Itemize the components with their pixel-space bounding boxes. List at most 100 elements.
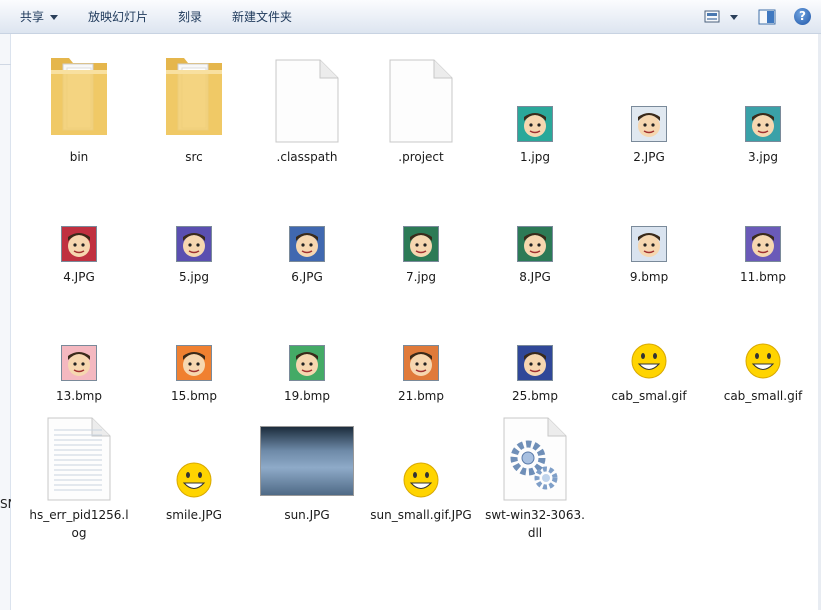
cartoon-face-icon xyxy=(183,233,205,257)
emoticon-icon xyxy=(629,341,669,381)
preview-pane-button[interactable] xyxy=(758,9,776,29)
cartoon-face-icon xyxy=(638,233,660,257)
emoticon-icon xyxy=(174,460,214,500)
photo-thumbnail xyxy=(260,426,354,496)
share-label: 共享 xyxy=(20,10,45,24)
emoticon-icon xyxy=(401,460,441,500)
nav-pane-truncated-text: SN xyxy=(0,497,11,511)
view-options-button[interactable] xyxy=(704,9,742,29)
file-thumbnail xyxy=(139,44,249,144)
file-item[interactable]: .project xyxy=(366,44,476,166)
file-thumbnail xyxy=(139,402,249,502)
file-thumbnail xyxy=(366,44,476,144)
image-thumbnail xyxy=(176,345,212,381)
file-thumbnail xyxy=(594,44,704,144)
file-thumbnail xyxy=(708,164,818,264)
cartoon-face-icon xyxy=(296,352,318,376)
file-item[interactable]: cab_small.gif xyxy=(708,283,818,405)
file-thumbnail xyxy=(24,283,134,383)
file-thumbnail xyxy=(252,402,362,502)
cartoon-face-icon xyxy=(524,352,546,376)
file-item[interactable]: 6.JPG xyxy=(252,164,362,286)
file-item[interactable]: swt-win32-3063.dll xyxy=(480,402,590,542)
file-item[interactable]: 2.JPG xyxy=(594,44,704,166)
file-item[interactable]: hs_err_pid1256.log xyxy=(24,402,134,542)
file-item[interactable]: sun.JPG xyxy=(252,402,362,524)
file-item[interactable]: 1.jpg xyxy=(480,44,590,166)
file-thumbnail xyxy=(24,164,134,264)
folder-icon xyxy=(166,58,222,135)
document-icon xyxy=(275,59,339,143)
file-thumbnail xyxy=(594,164,704,264)
file-item[interactable]: 11.bmp xyxy=(708,164,818,286)
file-item[interactable]: 3.jpg xyxy=(708,44,818,166)
emoticon-icon xyxy=(743,341,783,381)
cartoon-face-icon xyxy=(410,352,432,376)
navigation-pane[interactable]: SN xyxy=(0,34,11,610)
file-item[interactable]: 5.jpg xyxy=(139,164,249,286)
file-thumbnail xyxy=(480,164,590,264)
file-thumbnail xyxy=(480,402,590,502)
image-thumbnail xyxy=(517,226,553,262)
file-item[interactable]: 13.bmp xyxy=(24,283,134,405)
file-item[interactable]: 7.jpg xyxy=(366,164,476,286)
image-thumbnail xyxy=(289,226,325,262)
file-thumbnail xyxy=(366,402,476,502)
file-item[interactable]: .classpath xyxy=(252,44,362,166)
cartoon-face-icon xyxy=(752,233,774,257)
file-item[interactable]: 21.bmp xyxy=(366,283,476,405)
burn-button[interactable]: 刻录 xyxy=(178,0,202,34)
file-item[interactable]: 9.bmp xyxy=(594,164,704,286)
image-thumbnail xyxy=(176,226,212,262)
chevron-down-icon xyxy=(50,15,59,20)
file-item[interactable]: 19.bmp xyxy=(252,283,362,405)
image-thumbnail xyxy=(745,106,781,142)
file-item[interactable]: cab_smal.gif xyxy=(594,283,704,405)
file-item[interactable]: src xyxy=(139,44,249,166)
image-thumbnail xyxy=(517,345,553,381)
help-button[interactable]: ? xyxy=(794,8,811,25)
document-icon xyxy=(389,59,453,143)
file-name: hs_err_pid1256.log xyxy=(29,508,129,540)
help-icon: ? xyxy=(794,8,811,25)
cartoon-face-icon xyxy=(752,113,774,137)
file-name: cab_smal.gif xyxy=(611,389,687,403)
new-folder-button[interactable]: 新建文件夹 xyxy=(232,0,292,34)
file-thumbnail xyxy=(480,44,590,144)
file-item[interactable]: 4.JPG xyxy=(24,164,134,286)
file-thumbnail xyxy=(366,164,476,264)
file-item[interactable]: 15.bmp xyxy=(139,283,249,405)
preview-pane-icon xyxy=(758,9,776,25)
cartoon-face-icon xyxy=(68,352,90,376)
share-menu-button[interactable]: 共享 xyxy=(20,0,59,34)
cartoon-face-icon xyxy=(410,233,432,257)
cartoon-face-icon xyxy=(296,233,318,257)
dll-file-icon xyxy=(503,417,567,501)
file-name: smile.JPG xyxy=(166,508,222,522)
file-thumbnail xyxy=(24,44,134,144)
cartoon-face-icon xyxy=(524,113,546,137)
cartoon-face-icon xyxy=(183,352,205,376)
file-item[interactable]: sun_small.gif.JPG xyxy=(366,402,476,524)
file-item[interactable]: 25.bmp xyxy=(480,283,590,405)
cartoon-face-icon xyxy=(68,233,90,257)
file-item[interactable]: 8.JPG xyxy=(480,164,590,286)
file-item[interactable]: bin xyxy=(24,44,134,166)
file-thumbnail xyxy=(24,402,134,502)
image-thumbnail xyxy=(517,106,553,142)
cartoon-face-icon xyxy=(524,233,546,257)
nav-divider xyxy=(0,64,11,65)
file-thumbnail xyxy=(252,283,362,383)
file-name: cab_small.gif xyxy=(723,389,803,403)
slideshow-button[interactable]: 放映幻灯片 xyxy=(88,0,148,34)
image-thumbnail xyxy=(631,226,667,262)
view-options-icon xyxy=(704,10,738,23)
file-thumbnail xyxy=(139,164,249,264)
file-thumbnail xyxy=(139,283,249,383)
file-name: sun.JPG xyxy=(284,508,330,522)
file-item[interactable]: smile.JPG xyxy=(139,402,249,524)
image-thumbnail xyxy=(631,106,667,142)
file-thumbnail xyxy=(252,44,362,144)
folder-icon xyxy=(51,58,107,135)
help-glyph: ? xyxy=(799,9,806,23)
